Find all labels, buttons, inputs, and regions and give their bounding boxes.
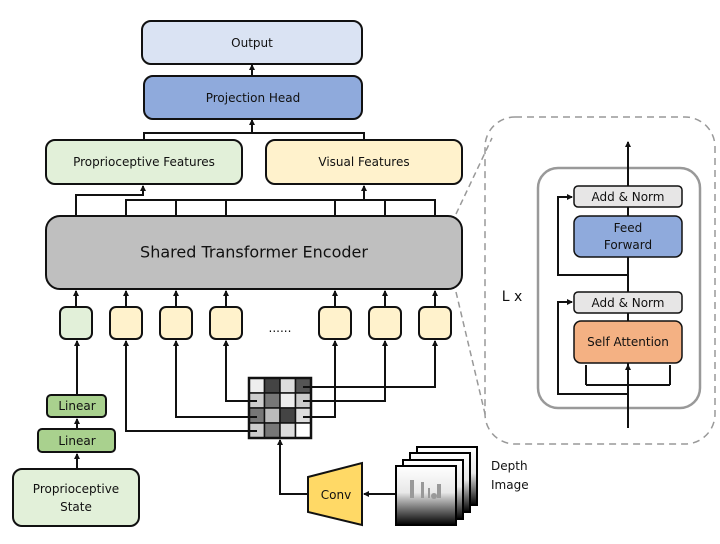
- depth-image-label-2: Image: [491, 478, 529, 492]
- depth-image: [395, 465, 457, 526]
- proprioceptive-features-box: Proprioceptive Features: [45, 139, 243, 185]
- feed-forward-label-1: Feed: [614, 221, 643, 235]
- zoom-connector: [455, 291, 487, 419]
- conv-label: Conv: [321, 488, 351, 502]
- feed-forward-label-2: Forward: [604, 238, 652, 252]
- architecture-diagram: Output Projection Head Proprioceptive Fe…: [12, 20, 716, 527]
- patch-cell: [279, 392, 297, 409]
- add-norm-top: Add & Norm: [573, 185, 683, 208]
- proprioceptive-state-label-1: Proprioceptive: [33, 482, 119, 496]
- output-label: Output: [231, 36, 273, 50]
- encoder-label: Shared Transformer Encoder: [140, 243, 368, 262]
- patch-cell: [279, 377, 297, 394]
- patch-cell: [279, 422, 297, 439]
- patch-cell: [279, 407, 297, 424]
- patch-cell: [263, 422, 281, 439]
- visual-token: [109, 306, 143, 340]
- add-norm-bottom: Add & Norm: [573, 291, 683, 314]
- proprioceptive-features-label: Proprioceptive Features: [73, 155, 215, 169]
- layer-repeat-label: L x: [502, 289, 523, 305]
- feed-forward-box: Feed Forward: [573, 215, 683, 258]
- add-norm-bottom-label: Add & Norm: [592, 296, 665, 310]
- conv-encoder: Conv: [307, 461, 363, 527]
- output-box: Output: [141, 20, 363, 65]
- visual-token: [368, 306, 402, 340]
- conv-to-grid-arrow: [277, 439, 308, 495]
- visual-token: [209, 306, 243, 340]
- visual-token: [418, 306, 452, 340]
- patch-cell: [294, 407, 312, 424]
- patch-cell: [248, 407, 266, 424]
- patch-grid: [247, 376, 313, 440]
- linear-layer-1: Linear: [46, 394, 107, 418]
- grid-right-wires: [309, 341, 436, 418]
- self-attention-box: Self Attention: [573, 320, 683, 364]
- patch-cell: [263, 392, 281, 409]
- proprioceptive-token: [59, 306, 93, 340]
- patch-cell: [294, 377, 312, 394]
- transformer-layer-detail: L x Add & Norm Feed Forward Add & Norm S…: [484, 116, 716, 445]
- self-attention-label: Self Attention: [587, 335, 669, 349]
- visual-features-box: Visual Features: [265, 139, 463, 185]
- patch-cell: [248, 377, 266, 394]
- add-norm-top-label: Add & Norm: [592, 190, 665, 204]
- proprioceptive-state-box: Proprioceptive State: [12, 468, 140, 527]
- patch-cell: [263, 407, 281, 424]
- visual-token: [159, 306, 193, 340]
- token-ellipsis: ......: [269, 321, 292, 335]
- linear-1-label: Linear: [58, 399, 95, 413]
- linear-2-label: Linear: [58, 434, 95, 448]
- patch-cell: [263, 377, 281, 394]
- shared-transformer-encoder: Shared Transformer Encoder: [45, 215, 463, 290]
- proprioceptive-state-label-2: State: [60, 500, 92, 514]
- patch-cell: [294, 422, 312, 439]
- visual-token: [318, 306, 352, 340]
- projection-head-box: Projection Head: [143, 75, 363, 120]
- projection-head-label: Projection Head: [206, 91, 301, 105]
- visual-features-label: Visual Features: [318, 155, 409, 169]
- grid-left-wires: [125, 341, 251, 432]
- linear-layer-2: Linear: [37, 428, 116, 453]
- depth-image-stack: [395, 446, 478, 526]
- features-merge-connector: [143, 120, 365, 140]
- token-row: [59, 290, 452, 340]
- visual-output-connector: [125, 186, 436, 216]
- depth-image-label-1: Depth: [491, 459, 528, 473]
